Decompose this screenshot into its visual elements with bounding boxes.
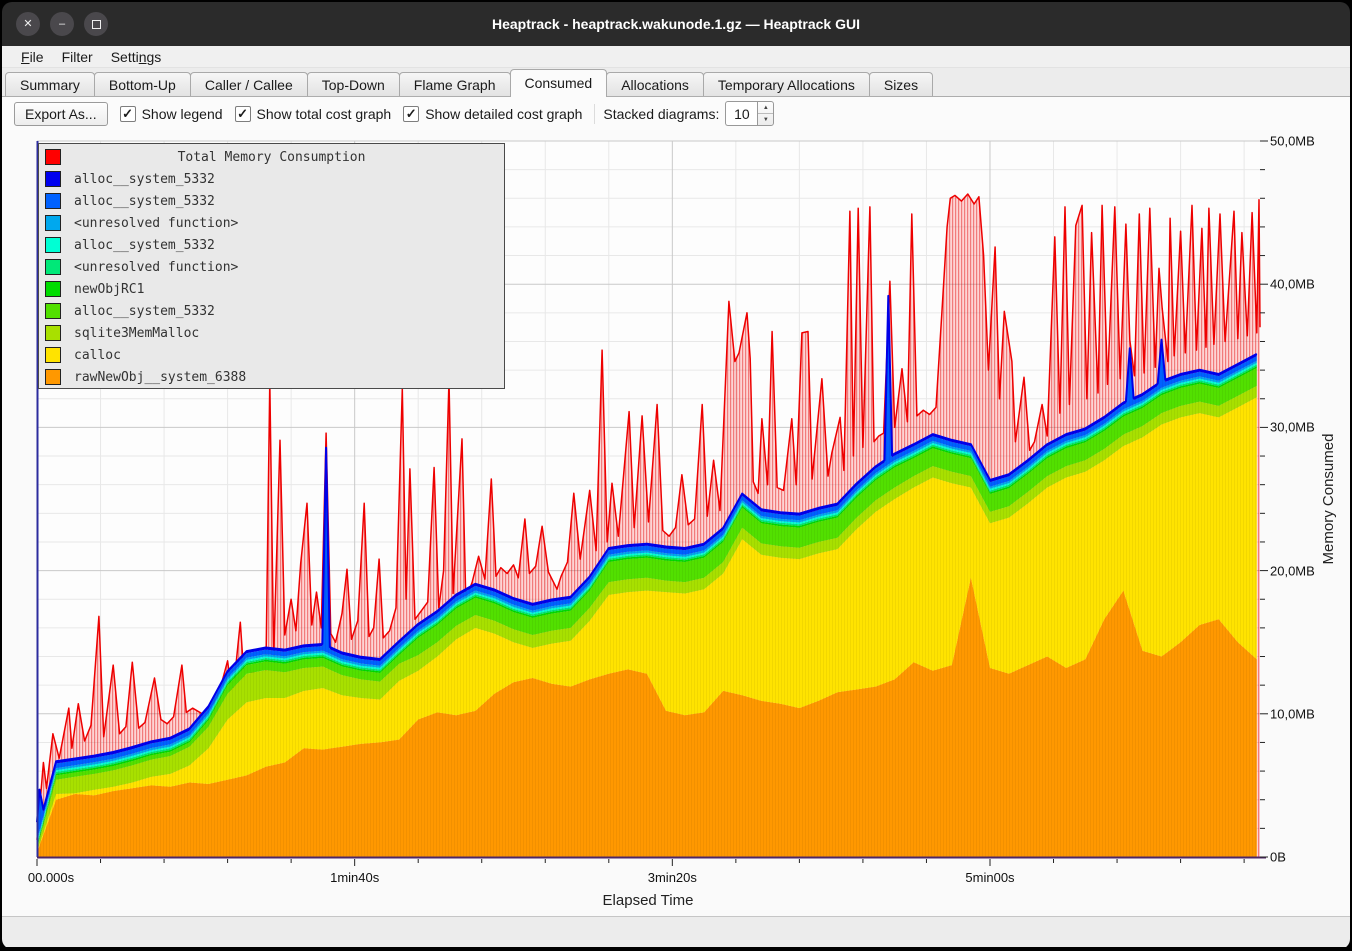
spin-up-icon[interactable]: ▲: [758, 102, 773, 114]
y-tick-label: 20,0MB: [1270, 563, 1315, 578]
menu-filter[interactable]: Filter: [53, 48, 102, 66]
menu-settings[interactable]: Settings: [102, 48, 171, 66]
legend-swatch: [45, 369, 61, 385]
window-controls: ✕ –: [16, 12, 108, 36]
checkbox-icon: ✓: [235, 106, 251, 122]
legend-entry: alloc__system_5332: [39, 234, 504, 256]
legend-entry: rawNewObj__system_6388: [39, 366, 504, 388]
menubar: File Filter Settings: [2, 46, 1350, 68]
legend-entry: <unresolved function>: [39, 256, 504, 278]
tab-bar: Summary Bottom-Up Caller / Callee Top-Do…: [2, 68, 1350, 97]
x-tick-label: 3min20s: [648, 870, 697, 885]
legend-title: Total Memory Consumption: [39, 150, 504, 165]
legend-entry-label: <unresolved function>: [74, 216, 238, 231]
tab-allocations[interactable]: Allocations: [606, 72, 704, 97]
tab-caller-callee[interactable]: Caller / Callee: [190, 72, 308, 97]
heaptrack-window: ✕ – Heaptrack - heaptrack.wakunode.1.gz …: [0, 0, 1352, 951]
tab-temporary-allocations[interactable]: Temporary Allocations: [703, 72, 870, 97]
legend-entry: alloc__system_5332: [39, 168, 504, 190]
legend-entry: newObjRC1: [39, 278, 504, 300]
legend-swatch: [45, 193, 61, 209]
legend-entry-label: calloc: [74, 348, 121, 363]
chart-legend: Total Memory Consumption alloc__system_53…: [38, 143, 505, 389]
legend-entry-label: sqlite3MemMalloc: [74, 326, 199, 341]
legend-entry: <unresolved function>: [39, 212, 504, 234]
legend-swatch: [45, 237, 61, 253]
show-total-cost-checkbox[interactable]: ✓ Show total cost graph: [235, 106, 392, 122]
spin-down-icon[interactable]: ▼: [758, 114, 773, 125]
legend-entry: alloc__system_5332: [39, 190, 504, 212]
legend-entry: sqlite3MemMalloc: [39, 322, 504, 344]
stacked-diagrams-stepper[interactable]: 10 ▲ ▼: [725, 101, 774, 126]
y-tick-label: 10,0MB: [1270, 706, 1315, 721]
legend-entry: calloc: [39, 344, 504, 366]
legend-swatch: [45, 325, 61, 341]
show-legend-label: Show legend: [142, 106, 223, 122]
legend-entry-label: alloc__system_5332: [74, 304, 215, 319]
toolbar-separator: [594, 104, 595, 124]
y-axis-title: Memory Consumed: [1320, 434, 1337, 565]
legend-swatch: [45, 281, 61, 297]
export-as-button[interactable]: Export As...: [14, 102, 108, 126]
stacked-diagrams-value[interactable]: 10: [725, 101, 757, 126]
legend-entry-label: <unresolved function>: [74, 260, 238, 275]
y-tick-label: 50,0MB: [1270, 134, 1315, 149]
menu-file[interactable]: File: [12, 48, 53, 66]
tab-summary[interactable]: Summary: [5, 72, 95, 97]
toolbar: Export As... ✓ Show legend ✓ Show total …: [2, 97, 1350, 130]
legend-entry-label: newObjRC1: [74, 282, 144, 297]
y-tick-label: 30,0MB: [1270, 420, 1315, 435]
tab-bottom-up[interactable]: Bottom-Up: [94, 72, 191, 97]
spin-buttons: ▲ ▼: [757, 101, 774, 126]
legend-swatch: [45, 303, 61, 319]
legend-swatch: [45, 215, 61, 231]
x-tick-label: 1min40s: [330, 870, 379, 885]
legend-entry-label: alloc__system_5332: [74, 194, 215, 209]
legend-swatch: [45, 347, 61, 363]
checkbox-icon: ✓: [120, 106, 136, 122]
show-detailed-cost-checkbox[interactable]: ✓ Show detailed cost graph: [403, 106, 582, 122]
checkbox-icon: ✓: [403, 106, 419, 122]
legend-swatch: [45, 171, 61, 187]
x-tick-label: 00.000s: [28, 870, 74, 885]
legend-entry-label: rawNewObj__system_6388: [74, 370, 246, 385]
legend-entry-label: alloc__system_5332: [74, 238, 215, 253]
legend-title-row: Total Memory Consumption: [39, 146, 504, 168]
x-axis-title: Elapsed Time: [603, 892, 694, 909]
titlebar[interactable]: ✕ – Heaptrack - heaptrack.wakunode.1.gz …: [2, 2, 1350, 46]
show-legend-checkbox[interactable]: ✓ Show legend: [120, 106, 223, 122]
minimize-icon[interactable]: –: [50, 12, 74, 36]
show-detailed-cost-label: Show detailed cost graph: [425, 106, 582, 122]
legend-swatch: [45, 259, 61, 275]
y-tick-label: 40,0MB: [1270, 277, 1315, 292]
tab-flame-graph[interactable]: Flame Graph: [399, 72, 511, 97]
x-tick-label: 5min00s: [965, 870, 1014, 885]
stacked-diagrams-label: Stacked diagrams:: [603, 106, 719, 122]
memory-consumption-chart[interactable]: Total Memory Consumption alloc__system_53…: [2, 130, 1350, 916]
close-icon[interactable]: ✕: [16, 12, 40, 36]
maximize-square: [92, 20, 101, 29]
tab-top-down[interactable]: Top-Down: [307, 72, 400, 97]
status-strip: [2, 916, 1350, 947]
tab-consumed[interactable]: Consumed: [510, 69, 608, 97]
legend-entry: alloc__system_5332: [39, 300, 504, 322]
show-total-cost-label: Show total cost graph: [257, 106, 392, 122]
legend-entry-label: alloc__system_5332: [74, 172, 215, 187]
maximize-icon[interactable]: [84, 12, 108, 36]
tab-sizes[interactable]: Sizes: [869, 72, 933, 97]
y-tick-label: 0B: [1270, 850, 1286, 865]
window-title: Heaptrack - heaptrack.wakunode.1.gz — He…: [492, 16, 860, 32]
